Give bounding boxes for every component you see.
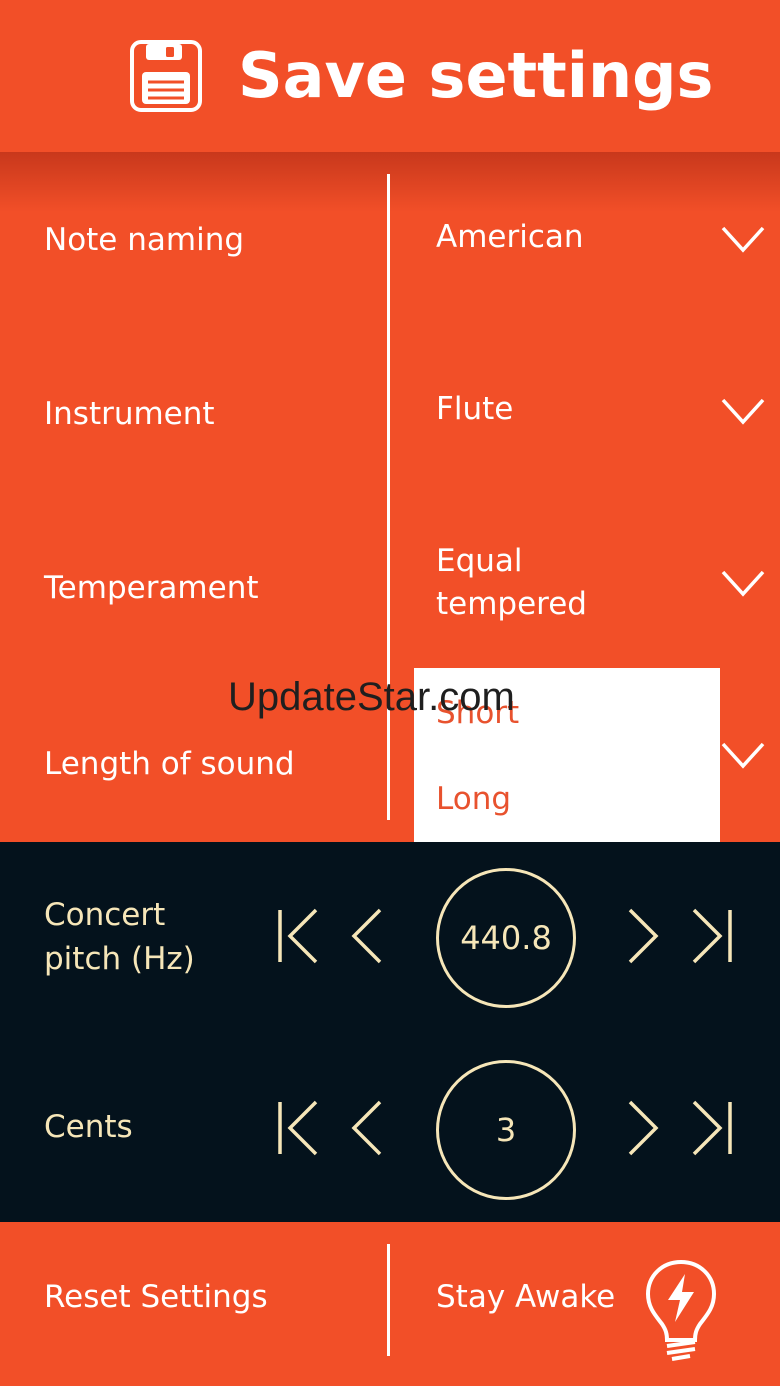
dropdown-option-long[interactable]: Long — [436, 778, 511, 820]
floppy-disk-icon[interactable] — [130, 40, 202, 112]
concert-pitch-value: 440.8 — [436, 868, 576, 1008]
concert-pitch-label-line2: pitch (Hz) — [44, 941, 195, 977]
chevron-down-icon[interactable] — [720, 568, 766, 598]
lightbulb-icon[interactable] — [640, 1256, 722, 1364]
footer-divider — [387, 1244, 390, 1356]
footer-bar: Reset Settings Stay Awake — [0, 1222, 780, 1386]
header-bar: Save settings — [0, 0, 780, 152]
cents-value: 3 — [436, 1060, 576, 1200]
watermark-text: UpdateStar.com — [228, 675, 515, 719]
note-naming-label: Note naming — [44, 222, 245, 258]
skip-to-first-icon[interactable] — [276, 1098, 324, 1158]
instrument-value[interactable]: Flute — [436, 388, 513, 430]
skip-to-first-icon[interactable] — [276, 906, 324, 966]
skip-to-last-icon[interactable] — [688, 906, 736, 966]
increment-icon[interactable] — [620, 1098, 668, 1158]
reset-settings-button[interactable]: Reset Settings — [44, 1276, 268, 1318]
concert-pitch-label-line1: Concert — [44, 897, 166, 933]
length-of-sound-label: Length of sound — [44, 746, 295, 782]
chevron-down-icon[interactable] — [720, 396, 766, 426]
note-naming-value[interactable]: American — [436, 216, 584, 258]
column-divider — [387, 174, 390, 820]
chevron-down-icon[interactable] — [720, 740, 766, 770]
decrement-icon[interactable] — [348, 1098, 396, 1158]
temperament-value-line1[interactable]: Equal — [436, 540, 523, 582]
decrement-icon[interactable] — [348, 906, 396, 966]
cents-label: Cents — [44, 1109, 133, 1145]
temperament-label: Temperament — [44, 570, 259, 606]
increment-icon[interactable] — [620, 906, 668, 966]
tuning-panel: Concert pitch (Hz) 440.8 Cents 3 — [0, 842, 780, 1222]
page-title: Save settings — [238, 39, 714, 112]
temperament-value-line2[interactable]: tempered — [436, 583, 587, 625]
instrument-label: Instrument — [44, 396, 215, 432]
chevron-down-icon[interactable] — [720, 224, 766, 254]
skip-to-last-icon[interactable] — [688, 1098, 736, 1158]
stay-awake-button[interactable]: Stay Awake — [436, 1276, 615, 1318]
